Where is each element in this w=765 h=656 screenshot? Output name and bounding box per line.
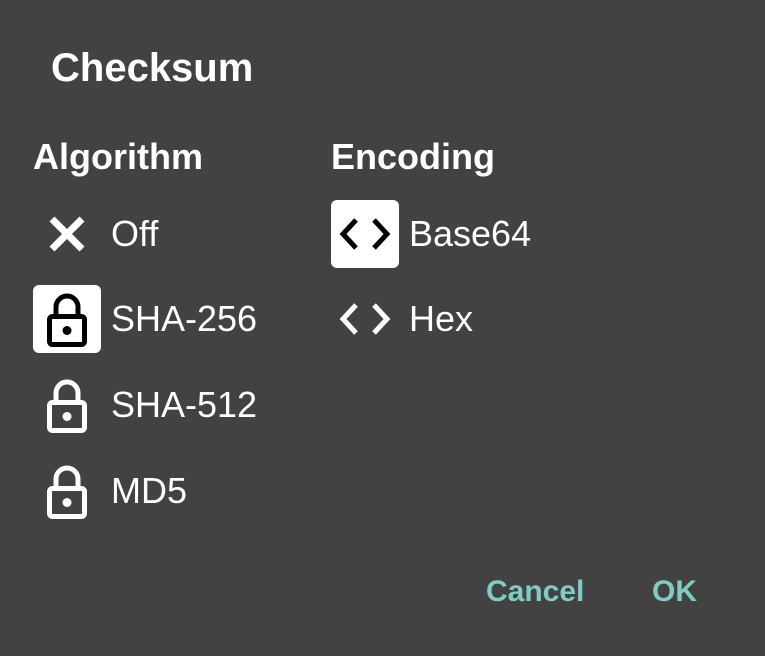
algorithm-option-sha512[interactable]: SHA-512 bbox=[33, 371, 257, 439]
ok-button[interactable]: OK bbox=[652, 570, 697, 614]
code-icon bbox=[331, 285, 399, 353]
encoding-option-label: Hex bbox=[409, 298, 474, 339]
lock-icon bbox=[33, 457, 101, 525]
lock-icon bbox=[33, 371, 101, 439]
algorithm-heading: Algorithm bbox=[33, 136, 203, 177]
code-icon bbox=[331, 200, 399, 268]
encoding-heading: Encoding bbox=[331, 136, 495, 177]
algorithm-option-label: MD5 bbox=[111, 470, 188, 511]
close-icon bbox=[33, 200, 101, 268]
algorithm-option-md5[interactable]: MD5 bbox=[33, 457, 187, 525]
lock-icon bbox=[33, 285, 101, 353]
algorithm-option-off[interactable]: Off bbox=[33, 200, 158, 268]
algorithm-option-label: SHA-256 bbox=[111, 298, 258, 339]
algorithm-option-label: Off bbox=[111, 213, 159, 254]
encoding-option-hex[interactable]: Hex bbox=[331, 285, 473, 353]
encoding-option-label: Base64 bbox=[409, 213, 532, 254]
dialog-title: Checksum bbox=[51, 46, 254, 90]
cancel-button[interactable]: Cancel bbox=[486, 570, 584, 614]
algorithm-option-label: SHA-512 bbox=[111, 384, 258, 425]
algorithm-option-sha256[interactable]: SHA-256 bbox=[33, 285, 257, 353]
checksum-dialog: Checksum Algorithm Off SHA-256 SHA-512 M… bbox=[0, 0, 765, 656]
encoding-option-base64[interactable]: Base64 bbox=[331, 200, 531, 268]
